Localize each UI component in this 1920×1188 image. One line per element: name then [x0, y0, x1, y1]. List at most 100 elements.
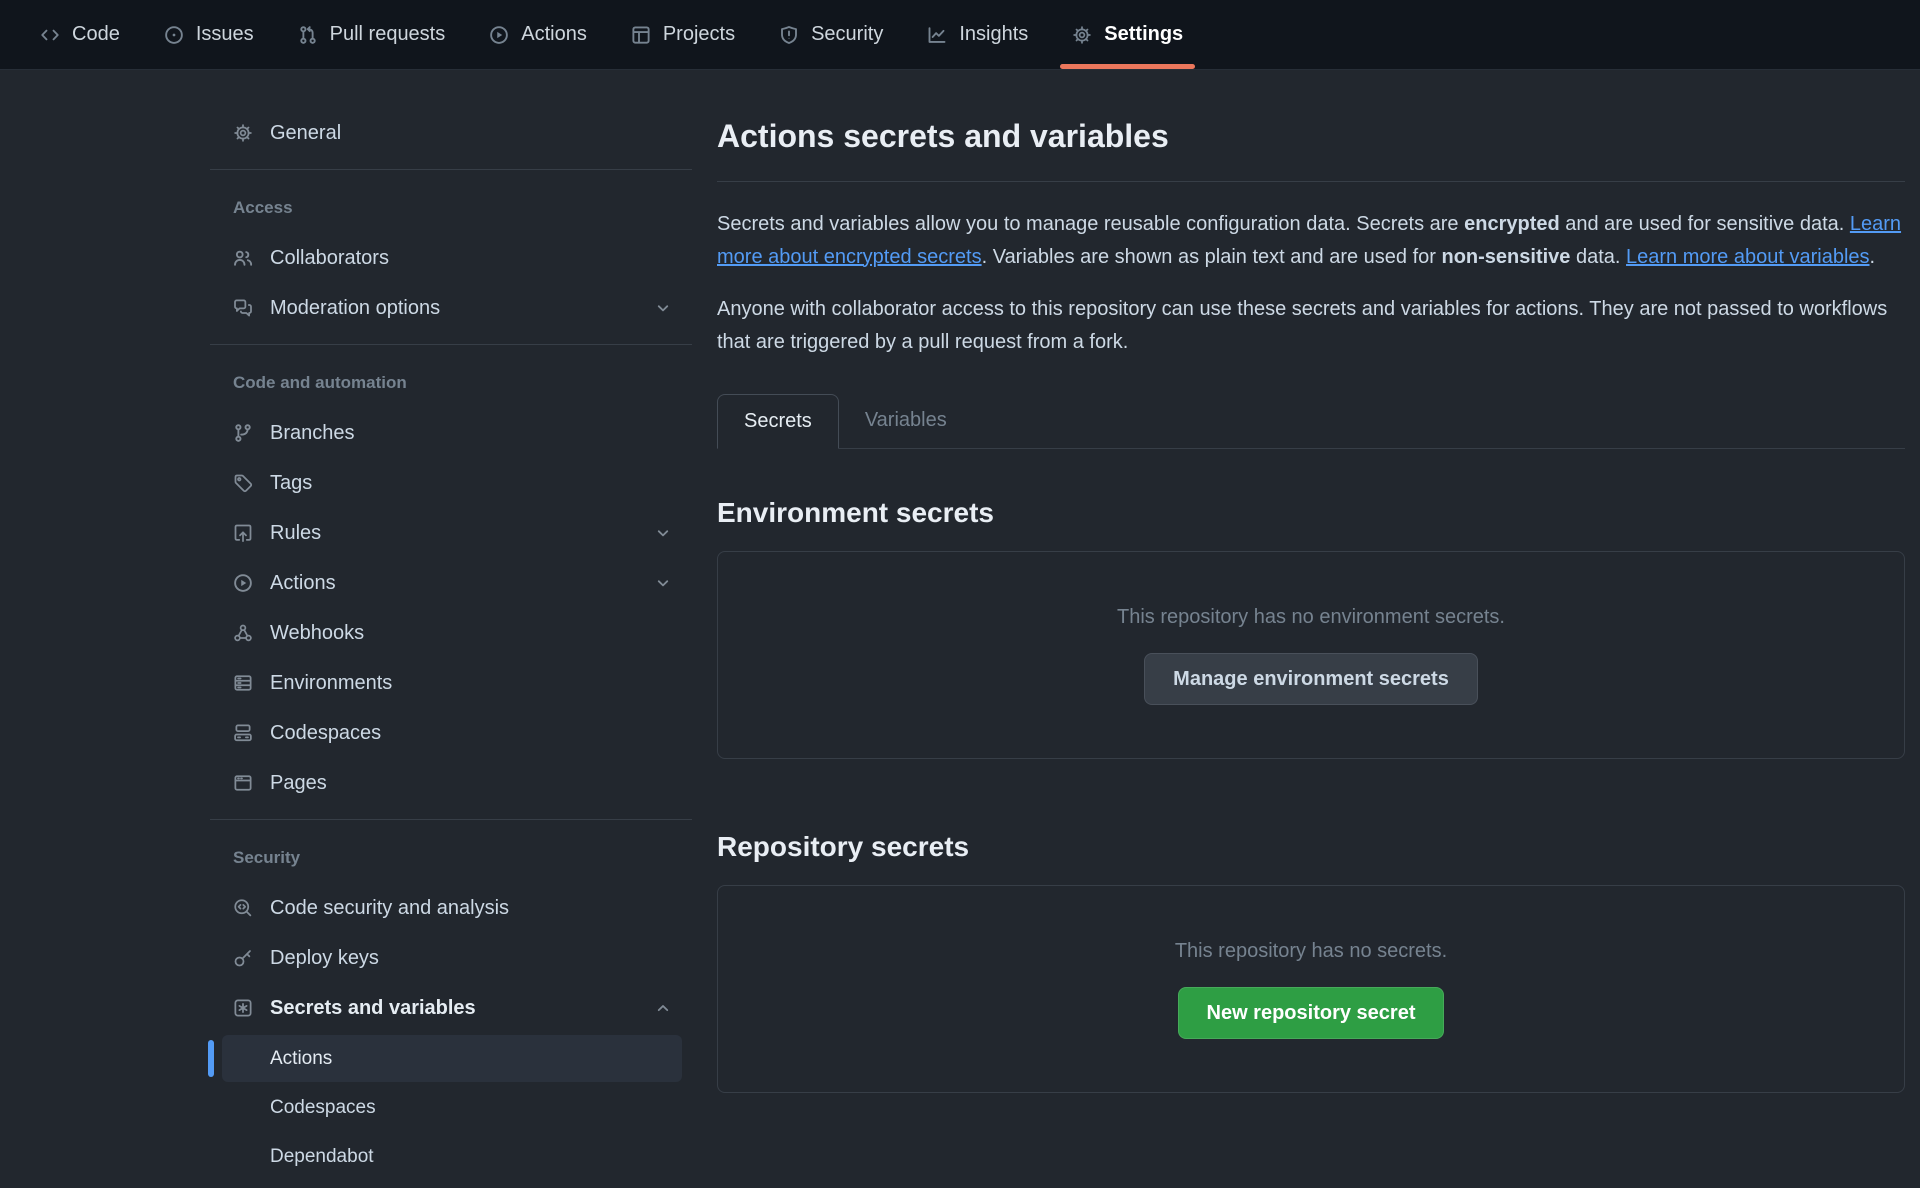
sidebar-item-label: Code security and analysis: [270, 897, 509, 920]
sidebar-item-webhooks[interactable]: Webhooks: [210, 608, 692, 658]
intro-text: and are used for sensitive data.: [1560, 213, 1850, 235]
sidebar-item-pages[interactable]: Pages: [210, 758, 692, 808]
new-repository-secret-button[interactable]: New repository secret: [1178, 987, 1445, 1039]
comment-discussion-icon: [233, 298, 253, 318]
git-pull-request-icon: [298, 25, 318, 45]
settings-sidebar: General Access Collaborators Moderation …: [210, 70, 692, 1182]
chevron-up-icon: [654, 999, 672, 1017]
sidebar-item-deploy-keys[interactable]: Deploy keys: [210, 933, 692, 983]
intro-text: Secrets and variables allow you to manag…: [717, 213, 1464, 235]
sidebar-item-label: Moderation options: [270, 297, 440, 320]
sidebar-item-codespaces[interactable]: Codespaces: [210, 708, 692, 758]
intro-text: .: [1870, 246, 1876, 268]
nav-tab-insights[interactable]: Insights: [927, 0, 1028, 69]
codescan-icon: [233, 898, 253, 918]
environment-secrets-empty-box: This repository has no environment secre…: [717, 551, 1905, 759]
sidebar-item-label: Pages: [270, 772, 327, 795]
nav-tab-projects[interactable]: Projects: [631, 0, 735, 69]
sidebar-item-secrets-and-variables[interactable]: Secrets and variables: [210, 983, 692, 1033]
repository-secrets-empty-message: This repository has no secrets.: [1175, 940, 1447, 963]
key-icon: [233, 948, 253, 968]
sidebar-item-branches[interactable]: Branches: [210, 408, 692, 458]
sidebar-subitem-label: Codespaces: [270, 1097, 376, 1119]
sidebar-divider: [210, 819, 692, 820]
sidebar-divider: [210, 169, 692, 170]
repo-push-icon: [233, 523, 253, 543]
repo-tab-bar: Code Issues Pull requests Actions Projec…: [0, 0, 1920, 70]
chevron-down-icon: [654, 574, 672, 592]
settings-content: Actions secrets and variables Secrets an…: [717, 70, 1905, 1093]
nav-tab-label: Security: [811, 23, 883, 46]
sidebar-section-access: Access: [210, 183, 692, 233]
tab-variables[interactable]: Variables: [839, 394, 973, 448]
people-icon: [233, 248, 253, 268]
nav-tab-pull-requests[interactable]: Pull requests: [298, 0, 446, 69]
nav-tab-label: Settings: [1104, 23, 1183, 46]
nav-tab-label: Actions: [521, 23, 587, 46]
sidebar-item-label: Codespaces: [270, 722, 381, 745]
sidebar-item-label: Deploy keys: [270, 947, 379, 970]
table-icon: [631, 25, 651, 45]
sidebar-subitem-label: Actions: [270, 1048, 332, 1070]
sidebar-item-general[interactable]: General: [210, 108, 692, 158]
repository-secrets-empty-box: This repository has no secrets. New repo…: [717, 885, 1905, 1093]
tag-icon: [233, 473, 253, 493]
sidebar-item-actions[interactable]: Actions: [210, 558, 692, 608]
sidebar-divider: [210, 344, 692, 345]
sidebar-subitem-label: Dependabot: [270, 1146, 374, 1168]
play-circle-icon: [489, 25, 509, 45]
sidebar-subitem-dependabot[interactable]: Dependabot: [222, 1133, 682, 1180]
tab-secrets[interactable]: Secrets: [717, 394, 839, 449]
intro-bold-encrypted: encrypted: [1464, 213, 1560, 235]
sidebar-item-label: Branches: [270, 422, 355, 445]
nav-tab-security[interactable]: Security: [779, 0, 883, 69]
asterisk-box-icon: [233, 998, 253, 1018]
environment-secrets-empty-message: This repository has no environment secre…: [1117, 606, 1505, 629]
sidebar-item-environments[interactable]: Environments: [210, 658, 692, 708]
nav-tab-label: Insights: [959, 23, 1028, 46]
code-icon: [40, 25, 60, 45]
chevron-down-icon: [654, 299, 672, 317]
sidebar-item-code-security[interactable]: Code security and analysis: [210, 883, 692, 933]
secrets-variables-tabnav: Secrets Variables: [717, 394, 1905, 449]
intro-text: data.: [1570, 246, 1626, 268]
sidebar-section-security: Security: [210, 833, 692, 883]
sidebar-item-tags[interactable]: Tags: [210, 458, 692, 508]
chevron-down-icon: [654, 524, 672, 542]
page-title: Actions secrets and variables: [717, 118, 1905, 155]
intro-bold-non-sensitive: non-sensitive: [1442, 246, 1571, 268]
sidebar-subitem-codespaces[interactable]: Codespaces: [222, 1084, 682, 1131]
collaborator-note: Anyone with collaborator access to this …: [717, 293, 1905, 358]
sidebar-item-rules[interactable]: Rules: [210, 508, 692, 558]
sidebar-item-label: General: [270, 122, 341, 145]
nav-tab-label: Projects: [663, 23, 735, 46]
nav-tab-actions[interactable]: Actions: [489, 0, 587, 69]
link-learn-variables[interactable]: Learn more about variables: [1626, 246, 1869, 268]
sidebar-item-label: Environments: [270, 672, 392, 695]
nav-tab-settings[interactable]: Settings: [1072, 0, 1183, 69]
nav-tab-code[interactable]: Code: [40, 0, 120, 69]
nav-tab-label: Issues: [196, 23, 254, 46]
sidebar-item-label: Secrets and variables: [270, 997, 476, 1020]
sidebar-item-label: Collaborators: [270, 247, 389, 270]
intro-paragraph: Secrets and variables allow you to manag…: [717, 208, 1905, 273]
sidebar-item-label: Tags: [270, 472, 312, 495]
browser-icon: [233, 773, 253, 793]
webhook-icon: [233, 623, 253, 643]
nav-tab-issues[interactable]: Issues: [164, 0, 254, 69]
graph-icon: [927, 25, 947, 45]
gear-icon: [233, 123, 253, 143]
sidebar-item-moderation-options[interactable]: Moderation options: [210, 283, 692, 333]
sidebar-item-label: Rules: [270, 522, 321, 545]
server-icon: [233, 673, 253, 693]
nav-tab-label: Code: [72, 23, 120, 46]
play-circle-icon: [233, 573, 253, 593]
sidebar-section-code-automation: Code and automation: [210, 358, 692, 408]
intro-text: . Variables are shown as plain text and …: [982, 246, 1442, 268]
sidebar-item-collaborators[interactable]: Collaborators: [210, 233, 692, 283]
git-branch-icon: [233, 423, 253, 443]
sidebar-subitem-actions[interactable]: Actions: [222, 1035, 682, 1082]
environment-secrets-heading: Environment secrets: [717, 497, 1905, 529]
manage-environment-secrets-button[interactable]: Manage environment secrets: [1144, 653, 1478, 705]
gear-icon: [1072, 25, 1092, 45]
